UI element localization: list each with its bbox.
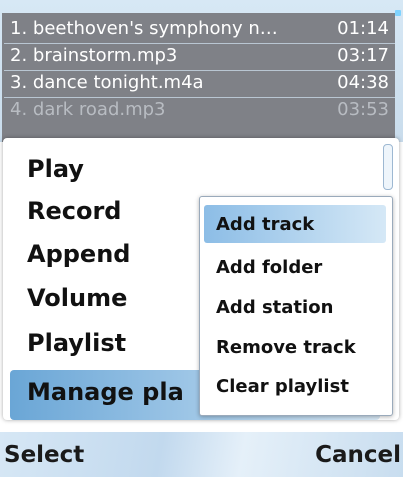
track-duration: 03:53 [337, 99, 389, 120]
cancel-softkey[interactable]: Cancel [315, 442, 401, 468]
playlist-list: 1. beethoven's symphony n… 01:14 2. brai… [2, 13, 395, 142]
submenu-item-add-folder[interactable]: Add folder [216, 257, 322, 278]
playlist-track[interactable]: 1. beethoven's symphony n… 01:14 [10, 15, 389, 42]
playlist-track[interactable]: 4. dark road.mp3 03:53 [10, 96, 389, 123]
track-title: 2. brainstorm.mp3 [10, 45, 178, 66]
softkey-bar: Select Cancel [0, 432, 403, 477]
menu-item-play[interactable]: Play [27, 155, 84, 183]
playlist-track[interactable]: 2. brainstorm.mp3 03:17 [10, 42, 389, 69]
submenu-item-clear-playlist[interactable]: Clear playlist [216, 376, 349, 397]
track-title: 1. beethoven's symphony n… [10, 18, 278, 39]
submenu-item-remove-track[interactable]: Remove track [216, 337, 356, 358]
submenu-item-add-station[interactable]: Add station [216, 297, 333, 318]
track-duration: 04:38 [337, 72, 389, 93]
track-duration: 03:17 [337, 45, 389, 66]
track-title: 4. dark road.mp3 [10, 99, 166, 120]
manage-playlist-submenu: Add track Add folder Add station Remove … [199, 196, 393, 416]
track-duration: 01:14 [337, 18, 389, 39]
menu-item-manage-playlist[interactable]: Manage pla [27, 378, 184, 406]
menu-item-volume[interactable]: Volume [27, 284, 127, 312]
menu-item-playlist[interactable]: Playlist [27, 329, 126, 357]
submenu-item-add-track[interactable]: Add track [216, 214, 314, 235]
row-divider [4, 70, 395, 71]
row-divider [4, 43, 395, 44]
playlist-track[interactable]: 3. dance tonight.m4a 04:38 [10, 69, 389, 96]
menu-scrollbar[interactable] [383, 144, 393, 190]
menu-item-record[interactable]: Record [27, 197, 122, 225]
playlist-scroll-indicator [395, 10, 401, 16]
menu-item-append[interactable]: Append [27, 240, 130, 268]
track-title: 3. dance tonight.m4a [10, 72, 204, 93]
row-divider [4, 97, 395, 98]
playlist-panel: 1. beethoven's symphony n… 01:14 2. brai… [0, 0, 403, 142]
select-softkey[interactable]: Select [4, 442, 84, 468]
